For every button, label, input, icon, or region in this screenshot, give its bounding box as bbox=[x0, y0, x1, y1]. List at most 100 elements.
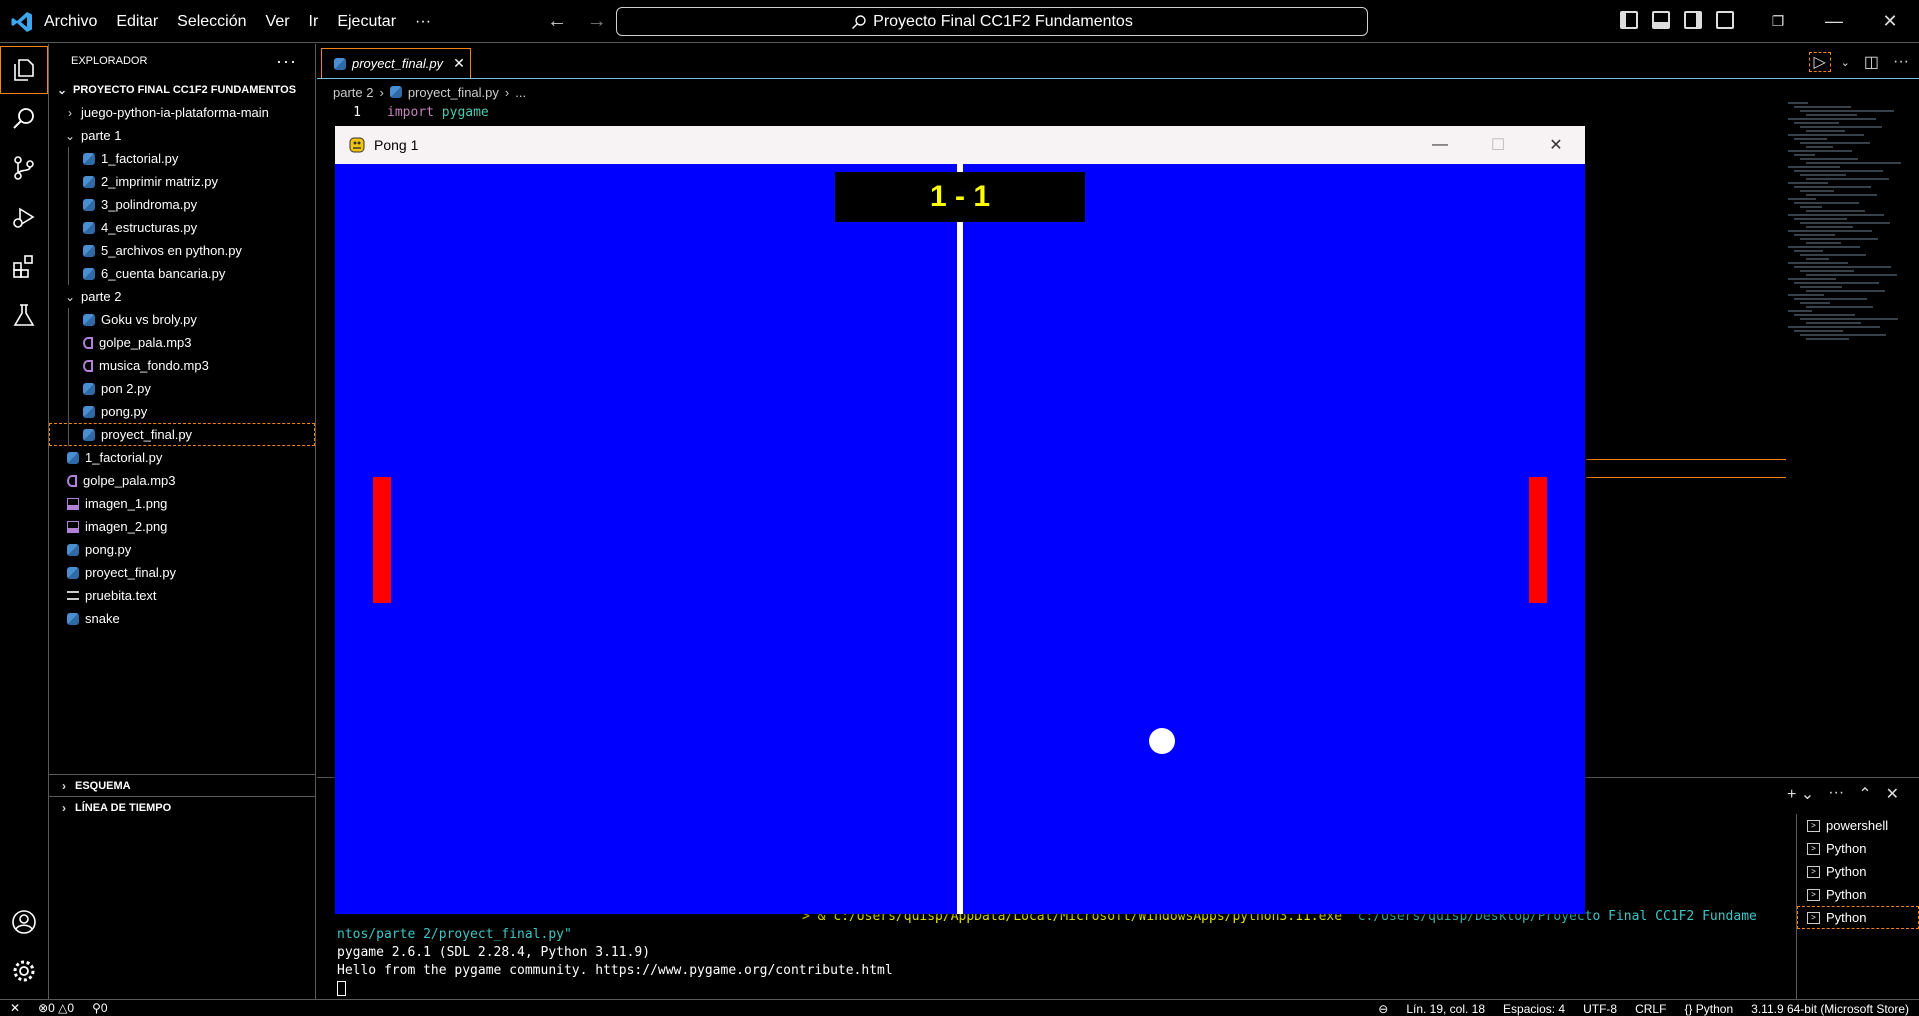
run-python-file-icon[interactable]: ▷ bbox=[1808, 52, 1831, 72]
toggle-secondary-sidebar-icon[interactable] bbox=[1684, 11, 1702, 29]
minimap-line bbox=[1806, 226, 1853, 228]
explorer-file[interactable]: snake bbox=[49, 607, 315, 630]
accounts-icon[interactable] bbox=[0, 898, 48, 946]
explorer-file[interactable]: musica_fondo.mp3 bbox=[49, 354, 315, 377]
panel-more-icon[interactable]: ··· bbox=[1828, 784, 1844, 804]
minimap-line bbox=[1806, 130, 1845, 132]
panel-actions: + ⌄ ··· ⌃ ✕ bbox=[1773, 784, 1899, 804]
zoom-icon[interactable]: ⊖ bbox=[1378, 1002, 1388, 1016]
explorer-file[interactable]: 1_factorial.py bbox=[49, 446, 315, 469]
cursor-position[interactable]: Lín. 19, col. 18 bbox=[1406, 1002, 1485, 1016]
minimize-icon[interactable]: — bbox=[1806, 0, 1862, 43]
menu-more[interactable]: ··· bbox=[415, 13, 431, 31]
extensions-icon[interactable] bbox=[0, 242, 48, 290]
tab-proyect-final[interactable]: proyect_final.py ✕ bbox=[321, 48, 471, 78]
python-interpreter[interactable]: 3.11.9 64-bit (Microsoft Store) bbox=[1751, 1002, 1909, 1016]
explorer-file[interactable]: imagen_2.png bbox=[49, 515, 315, 538]
explorer-file[interactable]: pon 2.py bbox=[49, 377, 315, 400]
explorer-file[interactable]: 1_factorial.py bbox=[49, 147, 315, 170]
split-editor-icon[interactable]: ◫ bbox=[1864, 52, 1879, 72]
code-line[interactable]: 1 import pygame bbox=[317, 102, 489, 122]
pong-playfield[interactable]: 1 - 1 bbox=[335, 164, 1585, 914]
minimap[interactable] bbox=[1788, 102, 1908, 352]
explorer-icon[interactable] bbox=[0, 46, 48, 94]
menu-ir[interactable]: Ir bbox=[309, 13, 319, 31]
terminal-instance[interactable]: > Python bbox=[1797, 906, 1919, 929]
editor-more-icon[interactable]: ··· bbox=[1893, 53, 1909, 71]
toggle-panel-icon[interactable] bbox=[1652, 11, 1670, 29]
back-arrow-icon[interactable]: ← bbox=[547, 10, 567, 32]
menu-ejecutar[interactable]: Ejecutar bbox=[337, 13, 396, 31]
menu-editar[interactable]: Editar bbox=[116, 13, 158, 31]
new-terminal-icon[interactable]: + ⌄ bbox=[1787, 784, 1814, 804]
pong-maximize-icon[interactable]: ☐ bbox=[1469, 126, 1527, 164]
restore-icon[interactable]: ❐ bbox=[1750, 0, 1806, 43]
breadcrumb-symbol[interactable]: ... bbox=[515, 85, 526, 100]
explorer-file[interactable]: 6_cuenta bancaria.py bbox=[49, 262, 315, 285]
explorer-file[interactable]: pruebita.text bbox=[49, 584, 315, 607]
indentation[interactable]: Espacios: 4 bbox=[1503, 1002, 1565, 1016]
minimap-line bbox=[1788, 230, 1872, 232]
end-of-line[interactable]: CRLF bbox=[1635, 1002, 1666, 1016]
settings-gear-icon[interactable] bbox=[0, 947, 48, 995]
explorer-file[interactable]: 2_imprimir matriz.py bbox=[49, 170, 315, 193]
pong-minimize-icon[interactable]: — bbox=[1411, 126, 1469, 164]
menu-archivo[interactable]: Archivo bbox=[44, 13, 97, 31]
menu-ver[interactable]: Ver bbox=[266, 13, 290, 31]
minimap-line bbox=[1800, 190, 1834, 192]
encoding[interactable]: UTF-8 bbox=[1583, 1002, 1617, 1016]
explorer-file[interactable]: imagen_1.png bbox=[49, 492, 315, 515]
explorer-file[interactable]: pong.py bbox=[49, 538, 315, 561]
breadcrumb-folder[interactable]: parte 2 bbox=[333, 85, 373, 100]
run-dropdown-chevron-icon[interactable]: ⌄ bbox=[1841, 56, 1850, 69]
close-panel-icon[interactable]: ✕ bbox=[1886, 784, 1899, 804]
run-debug-icon[interactable] bbox=[0, 193, 48, 241]
explorer-file[interactable]: 4_estructuras.py bbox=[49, 216, 315, 239]
source-control-icon[interactable] bbox=[0, 144, 48, 192]
pong-close-icon[interactable]: ✕ bbox=[1527, 126, 1585, 164]
minimap-line bbox=[1794, 330, 1843, 332]
problems-indicator[interactable]: ⊗0 △0 bbox=[38, 1001, 74, 1015]
terminal-instance[interactable]: > Python bbox=[1797, 883, 1919, 906]
customize-layout-icon[interactable] bbox=[1716, 11, 1734, 29]
timeline-label: LÍNEA DE TIEMPO bbox=[75, 801, 172, 814]
explorer-file[interactable]: pong.py bbox=[49, 400, 315, 423]
explorer-file[interactable]: golpe_pala.mp3 bbox=[49, 331, 315, 354]
explorer-file[interactable]: 5_archivos en python.py bbox=[49, 239, 315, 262]
terminal-instance[interactable]: > Python bbox=[1797, 837, 1919, 860]
workspace-root[interactable]: ⌄ PROYECTO FINAL CC1F2 FUNDAMENTOS bbox=[49, 78, 315, 101]
maximize-panel-icon[interactable]: ⌃ bbox=[1858, 784, 1871, 804]
explorer-folder[interactable]: ⌄ parte 1 bbox=[49, 124, 315, 147]
breadcrumb-file[interactable]: proyect_final.py bbox=[408, 85, 499, 100]
testing-icon[interactable] bbox=[0, 291, 48, 339]
terminal-instance[interactable]: > Python bbox=[1797, 860, 1919, 883]
search-icon[interactable] bbox=[0, 95, 48, 143]
explorer-more-icon[interactable]: ··· bbox=[276, 51, 297, 72]
timeline-section[interactable]: › LÍNEA DE TIEMPO bbox=[49, 796, 315, 818]
explorer-file[interactable]: golpe_pala.mp3 bbox=[49, 469, 315, 492]
menu-seleccion[interactable]: Selección bbox=[177, 13, 246, 31]
language-mode[interactable]: {} Python bbox=[1684, 1002, 1733, 1016]
python-file-icon bbox=[67, 543, 79, 556]
toggle-primary-sidebar-icon[interactable] bbox=[1620, 11, 1638, 29]
terminal-instance[interactable]: > powershell bbox=[1797, 814, 1919, 837]
pong-title-bar[interactable]: Pong 1 — ☐ ✕ bbox=[335, 126, 1585, 164]
minimap-line bbox=[1788, 118, 1876, 120]
command-center-search[interactable]: Proyecto Final CC1F2 Fundamentos bbox=[616, 7, 1368, 36]
minimap-line bbox=[1806, 306, 1873, 308]
forward-arrow-icon[interactable]: → bbox=[587, 10, 607, 32]
explorer-file[interactable]: Goku vs broly.py bbox=[49, 308, 315, 331]
explorer-file[interactable]: proyect_final.py bbox=[49, 561, 315, 584]
explorer-folder[interactable]: ⌄ parte 2 bbox=[49, 285, 315, 308]
ports-indicator[interactable]: ⚲0 bbox=[92, 1001, 107, 1015]
explorer-item-label: proyect_final.py bbox=[85, 565, 177, 580]
close-tab-icon[interactable]: ✕ bbox=[453, 55, 465, 72]
outline-section[interactable]: › ESQUEMA bbox=[49, 774, 315, 796]
explorer-file[interactable]: 3_polindroma.py bbox=[49, 193, 315, 216]
chevron-down-icon: ⌄ bbox=[64, 289, 76, 304]
close-window-icon[interactable]: ✕ bbox=[1862, 0, 1918, 43]
explorer-folder[interactable]: › juego-python-ia-plataforma-main bbox=[49, 101, 315, 124]
explorer-file[interactable]: proyect_final.py bbox=[49, 423, 315, 446]
remote-indicator-icon[interactable]: ✕ bbox=[10, 1001, 20, 1015]
terminal-output[interactable]: > & c:/Users/quisp/AppData/Local/Microso… bbox=[337, 908, 1757, 998]
